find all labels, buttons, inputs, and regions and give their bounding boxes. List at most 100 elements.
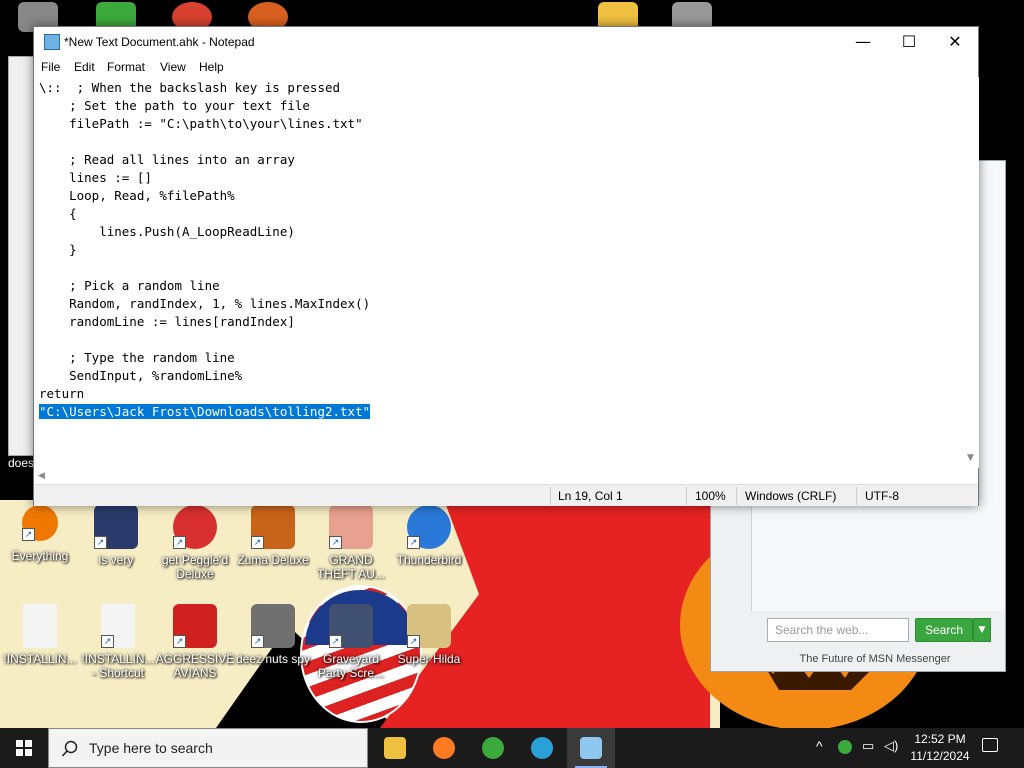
- status-divider: [856, 487, 857, 505]
- zuma-icon: ↗: [251, 505, 295, 549]
- menu-view[interactable]: View: [160, 60, 186, 74]
- start-button[interactable]: [0, 728, 48, 768]
- desktop-icon-label: !INSTALLIN...: [3, 652, 77, 666]
- window-title: *New Text Document.ahk - Notepad: [64, 35, 255, 49]
- taskbar-search-placeholder: Type here to search: [89, 740, 213, 756]
- status-divider: [686, 487, 687, 505]
- desktop-icon-label: get Peggle'd Deluxe: [161, 553, 229, 581]
- status-divider: [736, 487, 737, 505]
- desktop-icon-label: is very: [98, 553, 134, 567]
- shortcut-icon: ↗: [94, 505, 138, 549]
- desktop-icon-label: Graveyard Party Scre...: [317, 652, 385, 680]
- taskbar-app-file-explorer[interactable]: [371, 728, 419, 768]
- firefox-icon: [433, 737, 455, 759]
- desktop-icon-label: !INSTALLIN... - Shortcut: [81, 652, 155, 680]
- encoding: UTF-8: [865, 489, 899, 503]
- shortcut-arrow-icon: ↗: [94, 536, 107, 549]
- maximize-button[interactable]: ☐: [886, 27, 932, 57]
- msn-search-button[interactable]: Search: [915, 618, 973, 642]
- desktop-icon-everything[interactable]: ↗ Everything: [0, 505, 80, 563]
- notepad-titlebar[interactable]: *New Text Document.ahk - Notepad — ☐ ✕: [34, 27, 978, 57]
- taskbar-search-box[interactable]: Type here to search: [48, 728, 368, 768]
- scroll-down-icon[interactable]: ▼: [967, 453, 974, 463]
- status-bar: Ln 19, Col 1 100% Windows (CRLF) UTF-8: [34, 484, 978, 506]
- taskbar: Type here to search ^ ▭ ◁) 12:52 PM 11/1…: [0, 728, 1024, 768]
- desktop-icon-label: Zuma Deluxe: [237, 553, 309, 567]
- horizontal-scrollbar[interactable]: ◀: [34, 468, 963, 484]
- text-file-shortcut-icon: ↗: [101, 604, 135, 648]
- code-line: ; Read all lines into an array: [39, 152, 295, 167]
- clock-time[interactable]: 12:52 PM: [910, 732, 970, 746]
- minimize-button[interactable]: —: [840, 27, 886, 57]
- shortcut-arrow-icon: ↗: [251, 536, 264, 549]
- gta-icon: ↗: [329, 505, 373, 549]
- notification-icon[interactable]: [982, 738, 998, 752]
- graveyard-icon: ↗: [329, 604, 373, 648]
- menu-help[interactable]: Help: [199, 60, 224, 74]
- system-tray: ^ ▭ ◁) 12:52 PM 11/12/2024: [810, 728, 1024, 768]
- desktop-icon-label: deez nuts spy: [235, 652, 311, 666]
- text-file-icon: [23, 604, 57, 648]
- chevron-up-icon[interactable]: ^: [816, 738, 823, 754]
- search-icon: [61, 740, 78, 757]
- everything-icon: ↗: [22, 505, 58, 541]
- desktop-icon-label: Everything: [11, 549, 69, 563]
- edge-icon: [531, 737, 553, 759]
- editor-text: \:: ; When the backslash key is pressed …: [39, 79, 371, 421]
- desktop-icon-label: Thunderbird: [396, 553, 462, 567]
- desktop-icon-peggle[interactable]: ↗ get Peggle'd Deluxe: [155, 505, 235, 581]
- taskbar-app-notepad[interactable]: [567, 728, 615, 768]
- desktop-icon-aggressive-avians[interactable]: ↗ AGGRESSIVE AVIANS: [155, 604, 235, 680]
- volume-icon[interactable]: ◁): [884, 738, 898, 754]
- shortcut-arrow-icon: ↗: [173, 635, 186, 648]
- menu-file[interactable]: File: [41, 60, 60, 74]
- windows-stack-icon: ↗: [251, 604, 295, 648]
- notepad-icon: [44, 34, 60, 50]
- status-divider: [550, 487, 551, 505]
- desktop-icon-thunderbird[interactable]: ↗ Thunderbird: [389, 505, 469, 567]
- msn-tagline: The Future of MSN Messenger: [799, 653, 951, 665]
- desktop-icon-super-hilda[interactable]: ↗ Super Hilda: [389, 604, 469, 666]
- desktop-icon-installing[interactable]: !INSTALLIN...: [0, 604, 80, 666]
- windows-logo-icon: [16, 740, 32, 756]
- shortcut-arrow-icon: ↗: [251, 635, 264, 648]
- code-line: filePath := "C:\path\to\your\lines.txt": [39, 116, 363, 131]
- code-line: ; Pick a random line: [39, 278, 220, 293]
- menu-bar: File Edit Format View Help: [34, 57, 978, 77]
- vertical-scrollbar[interactable]: ▼: [963, 77, 979, 468]
- code-line: lines := []: [39, 170, 152, 185]
- clock-date[interactable]: 11/12/2024: [910, 749, 970, 763]
- code-line: SendInput, %randomLine%: [39, 368, 243, 383]
- scroll-left-icon[interactable]: ◀: [38, 471, 45, 481]
- desktop-icon-deez-nuts-spy[interactable]: ↗ deez nuts spy: [233, 604, 313, 666]
- desktop-icon-installing-shortcut[interactable]: ↗ !INSTALLIN... - Shortcut: [78, 604, 158, 680]
- desktop-icon-is-very[interactable]: ↗ is very: [76, 505, 156, 567]
- desktop-icon-label: AGGRESSIVE AVIANS: [155, 652, 235, 680]
- desktop-icon-label: Super Hilda: [397, 652, 461, 666]
- network-icon[interactable]: ▭: [862, 738, 874, 754]
- taskbar-app-messenger[interactable]: [469, 728, 517, 768]
- peggle-icon: ↗: [173, 505, 217, 549]
- cursor-position: Ln 19, Col 1: [558, 489, 623, 503]
- menu-edit[interactable]: Edit: [74, 60, 95, 74]
- taskbar-app-edge[interactable]: [518, 728, 566, 768]
- folder-icon: [384, 737, 406, 759]
- close-button[interactable]: ✕: [932, 27, 978, 57]
- messenger-tray-icon[interactable]: [838, 740, 852, 754]
- code-line: ​: [39, 133, 370, 151]
- msn-search-dropdown-icon[interactable]: ▼: [973, 618, 991, 642]
- msn-search-input[interactable]: Search the web...: [767, 618, 909, 642]
- shortcut-arrow-icon: ↗: [329, 536, 342, 549]
- desktop-icon-zuma[interactable]: ↗ Zuma Deluxe: [233, 505, 313, 567]
- code-line: return: [39, 386, 85, 401]
- notepad-window[interactable]: *New Text Document.ahk - Notepad — ☐ ✕ F…: [33, 26, 979, 506]
- menu-format[interactable]: Format: [107, 60, 145, 74]
- text-editor[interactable]: \:: ; When the backslash key is pressed …: [34, 77, 963, 468]
- code-line: Random, randIndex, 1, % lines.MaxIndex(): [39, 296, 371, 311]
- desktop-icon-graveyard[interactable]: ↗ Graveyard Party Scre...: [311, 604, 391, 680]
- taskbar-app-firefox[interactable]: [420, 728, 468, 768]
- notepad-icon: [580, 737, 602, 759]
- line-ending: Windows (CRLF): [745, 489, 837, 503]
- text-selection[interactable]: "C:\Users\Jack Frost\Downloads\tolling2.…: [39, 404, 371, 419]
- desktop-icon-gta[interactable]: ↗ GRAND THEFT AU...: [311, 505, 391, 581]
